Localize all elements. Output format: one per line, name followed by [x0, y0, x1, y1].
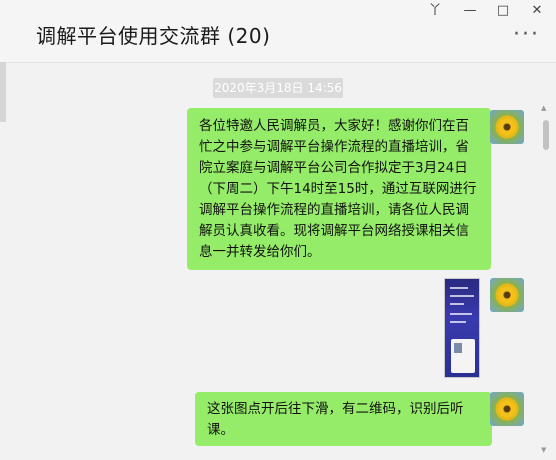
- avatar[interactable]: [490, 278, 524, 312]
- left-panel-edge: [0, 62, 6, 122]
- close-icon[interactable]: ✕: [526, 2, 548, 20]
- image-text-line: [450, 303, 464, 305]
- minimize-icon[interactable]: —: [459, 2, 481, 20]
- chat-title: 调解平台使用交流群 (20): [36, 24, 271, 48]
- image-text-line: [450, 321, 466, 323]
- image-message[interactable]: [444, 278, 480, 378]
- image-text-line: [450, 313, 472, 315]
- maximize-icon[interactable]: □: [492, 2, 514, 20]
- scroll-up-icon[interactable]: ▲: [541, 104, 546, 112]
- more-icon[interactable]: ···: [513, 24, 540, 46]
- image-card: [451, 339, 475, 373]
- image-text-line: [450, 287, 468, 289]
- avatar[interactable]: [490, 110, 524, 144]
- scroll-down-icon[interactable]: ▼: [541, 446, 546, 454]
- message-bubble[interactable]: 这张图点开后往下滑，有二维码，识别后听课。: [195, 392, 499, 446]
- avatar[interactable]: [490, 392, 524, 426]
- scrollbar-thumb[interactable]: [543, 120, 549, 150]
- chat-header: 调解平台使用交流群 (20) 丫 — □ ✕ ···: [0, 0, 556, 63]
- image-text-line: [450, 295, 474, 297]
- message-timestamp: 2020年3月18日 14:56: [213, 78, 343, 98]
- pin-icon[interactable]: 丫: [424, 2, 446, 20]
- message-bubble[interactable]: 各位特邀人民调解员，大家好！感谢你们在百忙之中参与调解平台操作流程的直播培训，省…: [187, 108, 498, 270]
